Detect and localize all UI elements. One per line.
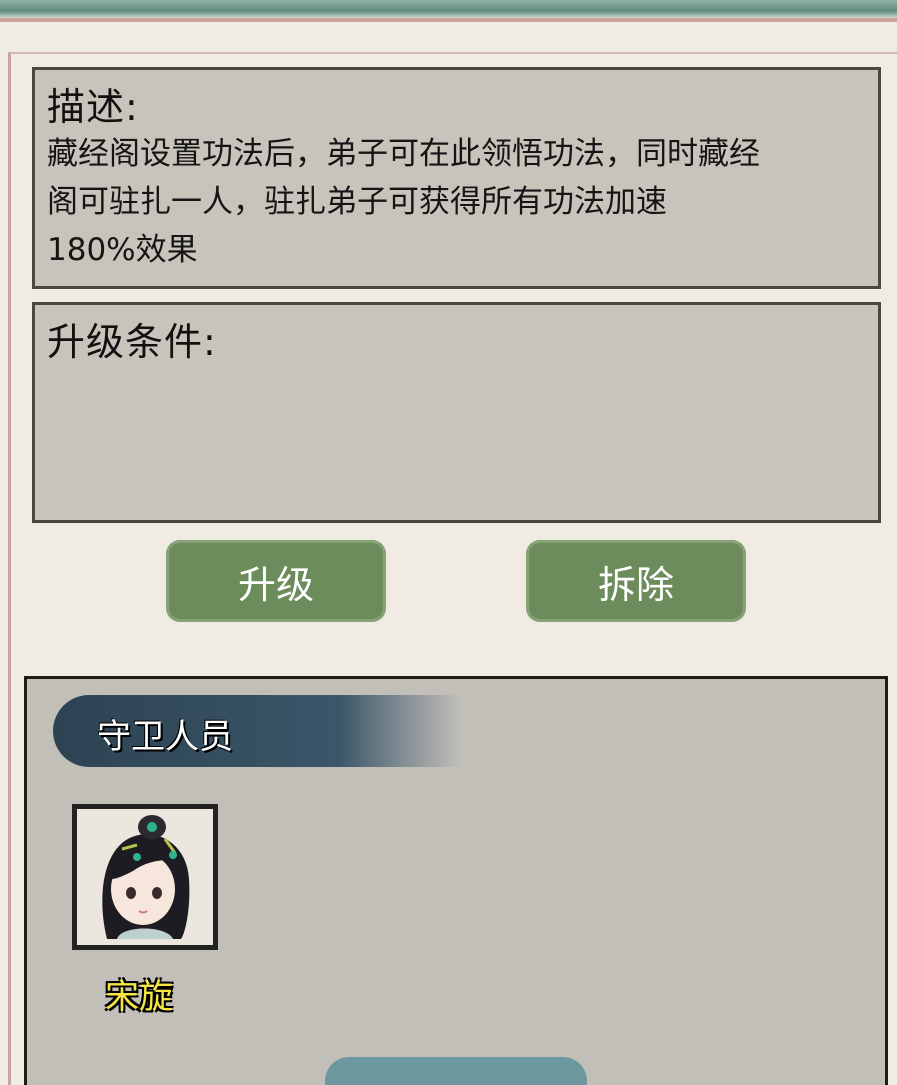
guard-panel: 守卫人员 宋旋 — [24, 676, 888, 1085]
female-disciple-portrait-icon — [77, 809, 213, 945]
top-decor-strip — [0, 0, 897, 18]
demolish-button[interactable]: 拆除 — [526, 540, 746, 622]
upgrade-conditions-panel: 升级条件: — [32, 302, 881, 523]
description-line: 180%效果 — [47, 232, 198, 268]
guard-name: 宋旋 — [105, 977, 173, 1017]
guard-title: 守卫人员 — [97, 717, 233, 757]
description-panel: 描述: 藏经阁设置功法后，弟子可在此领悟功法，同时藏经 阁可驻扎一人，驻扎弟子可… — [32, 67, 881, 289]
upgrade-conditions-title: 升级条件: — [47, 320, 217, 364]
upgrade-button[interactable]: 升级 — [166, 540, 386, 622]
description-title: 描述: — [47, 85, 139, 129]
description-line: 藏经阁设置功法后，弟子可在此领悟功法，同时藏经 — [47, 136, 760, 172]
description-text: 藏经阁设置功法后，弟子可在此领悟功法，同时藏经 阁可驻扎一人，驻扎弟子可获得所有… — [47, 130, 864, 274]
guard-avatar[interactable] — [72, 804, 218, 950]
bottom-action-button[interactable] — [325, 1057, 587, 1085]
description-line: 阁可驻扎一人，驻扎弟子可获得所有功法加速 — [47, 184, 667, 220]
